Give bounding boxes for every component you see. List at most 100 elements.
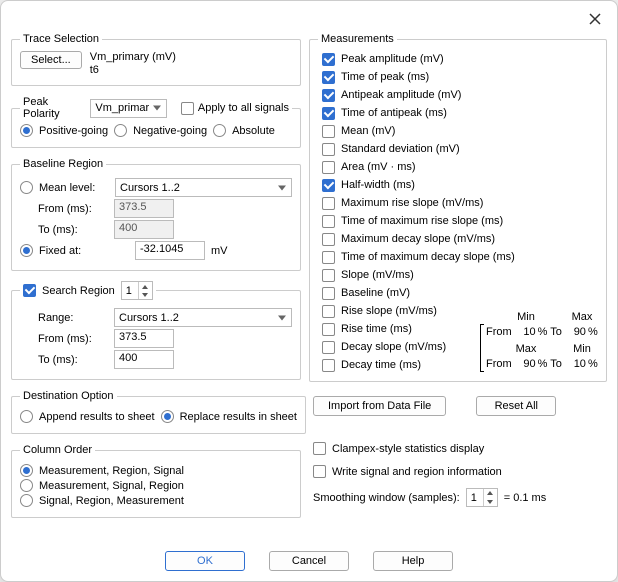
- spinner-down-icon[interactable]: [484, 498, 497, 507]
- destination-option-legend: Destination Option: [20, 390, 117, 402]
- spinner-up-icon[interactable]: [139, 282, 152, 291]
- import-from-data-file-button[interactable]: Import from Data File: [313, 396, 446, 416]
- measurement-checkbox[interactable]: [322, 287, 335, 300]
- measurement-label: Maximum decay slope (mV/ms): [341, 233, 495, 245]
- ok-button[interactable]: OK: [165, 551, 245, 571]
- measurement-checkbox[interactable]: [322, 215, 335, 228]
- polarity-negative-radio[interactable]: [114, 124, 127, 137]
- measurement-checkbox[interactable]: [322, 305, 335, 318]
- measurement-checkbox[interactable]: [322, 251, 335, 264]
- measurement-label: Rise time (ms): [341, 323, 412, 335]
- polarity-negative-label: Negative-going: [133, 125, 207, 137]
- dest-append-label: Append results to sheet: [39, 411, 155, 423]
- smoothing-window-equals: = 0.1 ms: [504, 492, 547, 504]
- measurement-label: Area (mV · ms): [341, 161, 416, 173]
- column-order-legend: Column Order: [20, 444, 95, 456]
- trace-selection-group: Trace Selection Select... Vm_primary (mV…: [11, 33, 301, 86]
- search-region-spinner[interactable]: 1: [121, 281, 153, 300]
- baseline-fixed-unit: mV: [211, 245, 228, 257]
- search-region-label: Search Region: [42, 285, 115, 297]
- dest-replace-radio[interactable]: [161, 410, 174, 423]
- peak-polarity-label: Peak Polarity: [23, 96, 86, 120]
- measurement-label: Peak amplitude (mV): [341, 53, 444, 65]
- col-order-2-radio[interactable]: [20, 479, 33, 492]
- baseline-to-input[interactable]: 400: [114, 220, 174, 239]
- search-range-label: Range:: [38, 312, 108, 324]
- slope-percentage-panel: Min Max From 10 % To 90 % Max: [480, 311, 598, 373]
- measurement-row: Maximum rise slope (mV/ms): [322, 195, 598, 211]
- measurement-checkbox[interactable]: [322, 89, 335, 102]
- measurement-row: Maximum decay slope (mV/ms): [322, 231, 598, 247]
- trace-selection-legend: Trace Selection: [20, 33, 102, 45]
- measurements-legend: Measurements: [318, 33, 397, 45]
- measurement-checkbox[interactable]: [322, 53, 335, 66]
- clampex-style-checkbox[interactable]: [313, 442, 326, 455]
- statistics-dialog: Trace Selection Select... Vm_primary (mV…: [0, 0, 618, 582]
- measurement-row: Time of peak (ms): [322, 69, 598, 85]
- measurement-checkbox[interactable]: [322, 233, 335, 246]
- baseline-mean-select[interactable]: Cursors 1..2: [115, 178, 292, 197]
- measurement-checkbox[interactable]: [322, 341, 335, 354]
- close-icon: [589, 13, 601, 25]
- measurement-label: Mean (mV): [341, 125, 395, 137]
- spinner-down-icon[interactable]: [139, 291, 152, 300]
- smoothing-window-spinner[interactable]: 1: [466, 488, 498, 507]
- apply-all-signals-checkbox[interactable]: [181, 102, 194, 115]
- baseline-from-input[interactable]: 373.5: [114, 199, 174, 218]
- measurement-checkbox[interactable]: [322, 179, 335, 192]
- polarity-absolute-radio[interactable]: [213, 124, 226, 137]
- measurement-row: Mean (mV): [322, 123, 598, 139]
- measurement-label: Time of maximum decay slope (ms): [341, 251, 515, 263]
- clampex-style-label: Clampex-style statistics display: [332, 443, 484, 455]
- baseline-mean-level-label: Mean level:: [39, 182, 109, 194]
- baseline-to-label: To (ms):: [38, 224, 108, 236]
- baseline-mean-level-radio[interactable]: [20, 181, 33, 194]
- help-button[interactable]: Help: [373, 551, 453, 571]
- measurement-checkbox[interactable]: [322, 269, 335, 282]
- measurement-checkbox[interactable]: [322, 197, 335, 210]
- peak-polarity-signal-select[interactable]: Vm_primar: [90, 99, 167, 118]
- measurement-checkbox[interactable]: [322, 143, 335, 156]
- col-order-1-radio[interactable]: [20, 464, 33, 477]
- cancel-button[interactable]: Cancel: [269, 551, 349, 571]
- search-range-select[interactable]: Cursors 1..2: [114, 308, 292, 327]
- right-column: Measurements Peak amplitude (mV) Time of …: [309, 33, 607, 545]
- measurement-row: Baseline (mV): [322, 285, 598, 301]
- write-signal-info-label: Write signal and region information: [332, 466, 502, 478]
- trace-signal-name: Vm_primary (mV): [90, 51, 176, 64]
- measurement-label: Standard deviation (mV): [341, 143, 460, 155]
- baseline-fixed-input[interactable]: -32.1045: [135, 241, 205, 260]
- search-from-input[interactable]: 373.5: [114, 329, 174, 348]
- col-order-1-label: Measurement, Region, Signal: [39, 465, 184, 477]
- baseline-fixed-radio[interactable]: [20, 244, 33, 257]
- measurement-checkbox[interactable]: [322, 125, 335, 138]
- select-trace-button[interactable]: Select...: [20, 51, 82, 69]
- baseline-region-group: Baseline Region Mean level: Cursors 1..2…: [11, 158, 301, 271]
- measurement-label: Baseline (mV): [341, 287, 410, 299]
- measurement-checkbox[interactable]: [322, 161, 335, 174]
- max-header: Max: [566, 311, 598, 323]
- close-button[interactable]: [583, 7, 607, 31]
- measurement-checkbox[interactable]: [322, 323, 335, 336]
- measurement-label: Maximum rise slope (mV/ms): [341, 197, 483, 209]
- col-order-3-radio[interactable]: [20, 494, 33, 507]
- polarity-positive-radio[interactable]: [20, 124, 33, 137]
- search-to-input[interactable]: 400: [114, 350, 174, 369]
- search-region-checkbox[interactable]: [23, 284, 36, 297]
- dest-append-radio[interactable]: [20, 410, 33, 423]
- spinner-up-icon[interactable]: [484, 489, 497, 498]
- measurement-label: Time of peak (ms): [341, 71, 429, 83]
- measurement-checkbox[interactable]: [322, 107, 335, 120]
- reset-all-button[interactable]: Reset All: [476, 396, 556, 416]
- measurement-row: Time of maximum decay slope (ms): [322, 249, 598, 265]
- write-signal-info-checkbox[interactable]: [313, 465, 326, 478]
- measurement-checkbox[interactable]: [322, 71, 335, 84]
- measurement-label: Antipeak amplitude (mV): [341, 89, 461, 101]
- rise-min-pct: 10: [514, 326, 536, 338]
- measurement-checkbox[interactable]: [322, 359, 335, 372]
- col-order-3-label: Signal, Region, Measurement: [39, 495, 184, 507]
- search-to-label: To (ms):: [38, 354, 108, 366]
- measurement-label: Time of maximum rise slope (ms): [341, 215, 503, 227]
- column-order-group: Column Order Measurement, Region, Signal…: [11, 444, 301, 518]
- measurement-label: Decay slope (mV/ms): [341, 341, 446, 353]
